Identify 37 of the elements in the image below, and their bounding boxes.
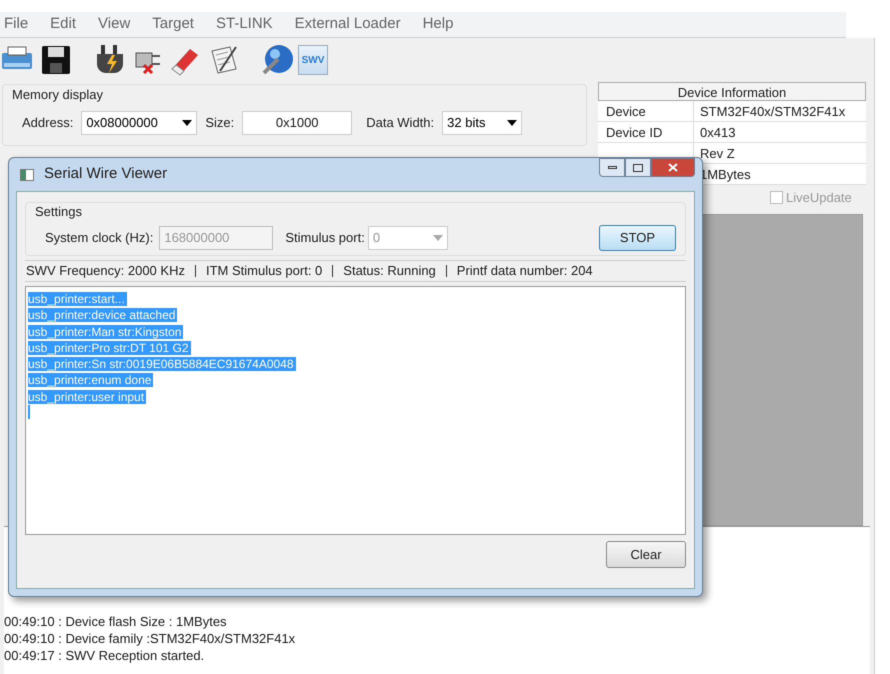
table-cell-text: Rev Z bbox=[699, 145, 736, 163]
size-label: Size: bbox=[205, 114, 234, 132]
status-text: ITM Stimulus port: 0 bbox=[206, 262, 322, 280]
clock-label: System clock (Hz): bbox=[45, 228, 154, 247]
menu-item[interactable]: Target bbox=[152, 13, 194, 36]
table-header: Device Information bbox=[598, 82, 866, 101]
table-cell-text: 0x413 bbox=[699, 124, 736, 142]
menu-item[interactable]: External Loader bbox=[294, 13, 401, 36]
menu-item[interactable]: Edit bbox=[50, 13, 76, 36]
address-dropdown[interactable]: 0x08000000 bbox=[81, 110, 198, 134]
table-cell-text: 1MBytes bbox=[699, 166, 752, 184]
group-title: Memory display bbox=[12, 86, 104, 104]
status-text: Printf data number: 204 bbox=[456, 262, 593, 280]
log-line: 00:49:10 : Device flash Size : 1MBytes bbox=[4, 612, 228, 630]
group-title: Settings bbox=[35, 203, 83, 221]
table-cell-text: STM32F40x/STM32F41x bbox=[699, 103, 846, 121]
menu-item[interactable]: ST-LINK bbox=[216, 13, 273, 36]
menu-item[interactable]: View bbox=[98, 13, 130, 36]
log-line: 00:49:10 : Device family :STM32F40x/STM32F41x bbox=[4, 630, 296, 646]
table-cell: Device bbox=[598, 101, 694, 121]
swv-button[interactable]: SWV bbox=[298, 45, 328, 75]
data-width-label: Data Width: bbox=[366, 114, 434, 132]
clock-field[interactable]: 168000000 bbox=[159, 226, 274, 250]
stop-button[interactable]: STOP bbox=[599, 224, 676, 250]
window-title: Serial Wire Viewer bbox=[44, 164, 168, 184]
table-cell: Device ID bbox=[598, 122, 694, 142]
size-field[interactable]: 0x1000 bbox=[242, 110, 352, 134]
menu-item[interactable]: Help bbox=[422, 13, 454, 36]
stimulus-port-dropdown[interactable]: 0 bbox=[368, 226, 448, 250]
address-label: Address: bbox=[22, 114, 74, 132]
status-text: SWV Frequency: 2000 KHz bbox=[26, 262, 185, 280]
menu-item[interactable]: File bbox=[4, 13, 28, 36]
stimulus-port-label: Stimulus port: bbox=[285, 228, 365, 247]
data-width-dropdown[interactable]: 32 bits bbox=[442, 110, 522, 134]
status-text: Status: Running bbox=[343, 262, 436, 280]
clear-button[interactable]: Clear bbox=[606, 541, 686, 568]
log-line: 00:49:17 : SWV Reception started. bbox=[4, 646, 206, 664]
